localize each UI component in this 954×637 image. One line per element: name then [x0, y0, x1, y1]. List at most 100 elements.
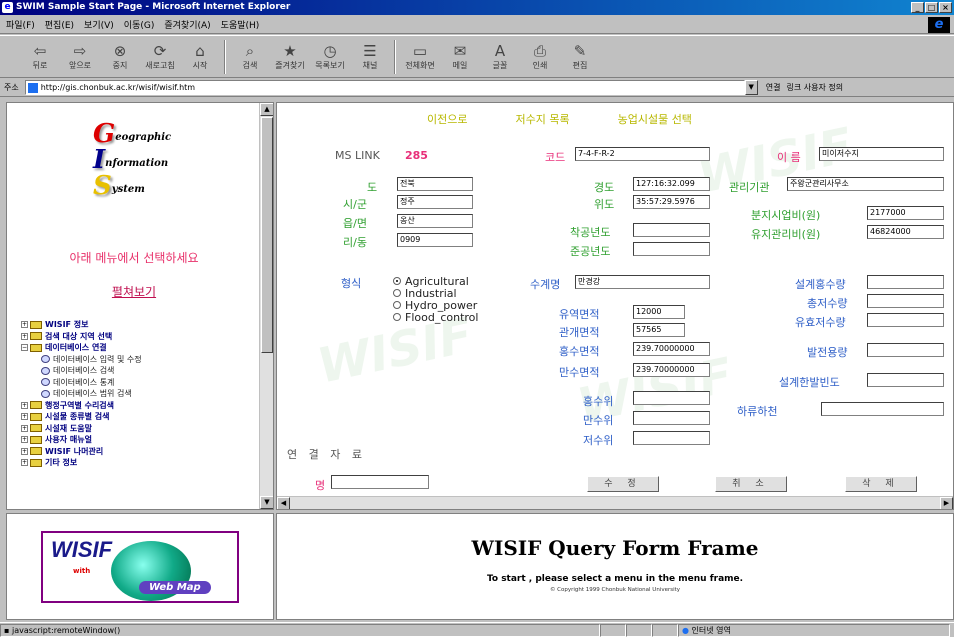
agency-input[interactable]: 주왕군관리사무소 — [787, 177, 944, 191]
related-data-input[interactable] — [331, 475, 429, 489]
basin-area-input[interactable]: 12000 — [633, 305, 685, 319]
print-button[interactable]: ⎙ 인쇄 — [520, 37, 560, 77]
expand-icon[interactable]: + — [21, 459, 28, 467]
refresh-button[interactable]: ⟳ 새로고침 — [140, 37, 180, 77]
start-year-input[interactable] — [633, 223, 710, 237]
total-storage-input[interactable] — [867, 294, 944, 308]
full-level-input[interactable] — [633, 411, 710, 425]
menu-frame-scrollbar[interactable]: ▲ ▼ — [259, 103, 273, 509]
tree-item-wisif-manage[interactable]: + WISIF 나머관리 — [21, 446, 142, 458]
eff-storage-input[interactable] — [867, 313, 944, 327]
tree-item-facility-search[interactable]: + 시설물 종류별 검색 — [21, 411, 142, 423]
modify-button[interactable]: 수 정 — [587, 476, 659, 492]
address-dropdown-icon[interactable]: ▼ — [744, 80, 758, 95]
stop-button[interactable]: ⊗ 중지 — [100, 37, 140, 77]
maint-input[interactable]: 46824000 — [867, 225, 944, 239]
tree-item-wisif-info[interactable]: + WISIF 정보 — [21, 319, 142, 331]
forward-button[interactable]: ⇨ 앞으로 — [60, 37, 100, 77]
menu-help[interactable]: 도움말(H) — [221, 18, 260, 31]
mail-icon: ✉ — [453, 42, 467, 60]
expand-icon[interactable]: + — [21, 436, 28, 444]
system-input[interactable]: 만경강 — [575, 275, 710, 289]
back-link[interactable]: 이전으로 — [427, 111, 467, 127]
radio-checked-icon[interactable] — [393, 277, 401, 285]
menu-go[interactable]: 이동(G) — [124, 18, 155, 31]
back-button[interactable]: ⇦ 뒤로 — [20, 37, 60, 77]
tree-item-manual[interactable]: + 사용자 매뉴얼 — [21, 434, 142, 446]
expand-icon[interactable]: + — [21, 413, 28, 421]
sigun-input[interactable]: 정주 — [397, 195, 473, 209]
tree-item-region-select[interactable]: + 검색 대상 지역 선택 — [21, 331, 142, 343]
menu-favorites[interactable]: 즐겨찾기(A) — [164, 18, 210, 31]
minimize-button[interactable]: _ — [911, 2, 924, 13]
design-freq-input[interactable] — [867, 373, 944, 387]
tree-item-db-range[interactable]: 데이터베이스 범위 검색 — [21, 388, 142, 400]
close-button[interactable]: × — [939, 2, 952, 13]
reservoir-list-link[interactable]: 저수지 목록 — [515, 111, 569, 127]
expand-icon[interactable]: + — [21, 401, 28, 409]
fullscreen-button[interactable]: ▭ 전체화면 — [400, 37, 440, 77]
name-input[interactable]: 미이저수지 — [819, 147, 944, 161]
tree-item-db-stats[interactable]: 데이터베이스 통계 — [21, 377, 142, 389]
scroll-left-icon[interactable]: ◀ — [277, 497, 290, 509]
lat-input[interactable]: 35:57:29.5976 — [633, 195, 710, 209]
tree-item-other[interactable]: + 기타 정보 — [21, 457, 142, 469]
expand-icon[interactable]: + — [21, 424, 28, 432]
eup-input[interactable]: 옹산 — [397, 214, 473, 228]
view-all-link[interactable]: 펼쳐보기 — [7, 283, 261, 300]
tree-item-db-search[interactable]: 데이터베이스 검색 — [21, 365, 142, 377]
radio-hydro-power[interactable]: Hydro_power — [393, 299, 478, 312]
links-button[interactable]: 링크 사용자 정의 — [786, 82, 843, 93]
irrig-area-input[interactable]: 57565 — [633, 323, 685, 337]
menu-view[interactable]: 보기(V) — [84, 18, 114, 31]
channels-button[interactable]: ☰ 채널 — [350, 37, 390, 77]
tree-item-db-connect[interactable]: − 데이터베이스 연결 — [21, 342, 142, 354]
expand-icon[interactable]: + — [21, 332, 28, 340]
expand-icon[interactable]: + — [21, 321, 28, 329]
radio-unchecked-icon[interactable] — [393, 289, 401, 297]
radio-industrial[interactable]: Industrial — [393, 287, 478, 300]
scroll-thumb[interactable] — [261, 117, 273, 353]
radio-unchecked-icon[interactable] — [393, 313, 401, 321]
radio-unchecked-icon[interactable] — [393, 301, 401, 309]
history-button[interactable]: ◷ 목록보기 — [310, 37, 350, 77]
menu-file[interactable]: 파일(F) — [6, 18, 35, 31]
lon-input[interactable]: 127:16:32.099 — [633, 177, 710, 191]
scroll-right-icon[interactable]: ▶ — [940, 497, 953, 509]
radio-flood-control[interactable]: Flood_control — [393, 311, 478, 324]
tree-item-admin-search[interactable]: + 행정구역별 수리검색 — [21, 400, 142, 412]
home-button[interactable]: ⌂ 시작 — [180, 37, 220, 77]
flood-area-input[interactable]: 239.70000000 — [633, 342, 710, 356]
menu-edit[interactable]: 편집(E) — [45, 18, 74, 31]
favorites-button[interactable]: ★ 즐겨찾기 — [270, 37, 310, 77]
tree-item-db-edit[interactable]: 데이터베이스 입력 및 수정 — [21, 354, 142, 366]
maximize-button[interactable]: □ — [925, 2, 938, 13]
power-input[interactable] — [867, 343, 944, 357]
full-area-input[interactable]: 239.70000000 — [633, 363, 710, 377]
font-button[interactable]: A 글꼴 — [480, 37, 520, 77]
done-year-input[interactable] — [633, 242, 710, 256]
edit-button[interactable]: ✎ 편집 — [560, 37, 600, 77]
mail-button[interactable]: ✉ 메일 — [440, 37, 480, 77]
design-flood-input[interactable] — [867, 275, 944, 289]
go-link[interactable]: 연결 — [766, 82, 781, 93]
tree-item-help[interactable]: + 시설재 도움말 — [21, 423, 142, 435]
code-input[interactable]: 7-4-F-R-2 — [575, 147, 710, 161]
cost-input[interactable]: 2177000 — [867, 206, 944, 220]
scroll-up-icon[interactable]: ▲ — [260, 103, 273, 116]
expand-icon[interactable]: + — [21, 447, 28, 455]
address-input[interactable]: http://gis.chonbuk.ac.kr/wisif/wisif.htm — [24, 80, 745, 95]
delete-button[interactable]: 삭 제 — [845, 476, 917, 492]
form-hscrollbar[interactable]: ◀ ▶ — [277, 496, 953, 509]
facility-select-link[interactable]: 농업시설물 선택 — [618, 111, 692, 127]
river-input[interactable] — [821, 402, 944, 416]
flood-level-input[interactable] — [633, 391, 710, 405]
ri-input[interactable]: 0909 — [397, 233, 473, 247]
search-button[interactable]: ⌕ 검색 — [230, 37, 270, 77]
cancel-button[interactable]: 취 소 — [715, 476, 787, 492]
radio-agricultural[interactable]: Agricultural — [393, 275, 478, 288]
low-level-input[interactable] — [633, 431, 710, 445]
do-input[interactable]: 전북 — [397, 177, 473, 191]
scroll-down-icon[interactable]: ▼ — [260, 496, 273, 509]
collapse-icon[interactable]: − — [21, 344, 28, 352]
